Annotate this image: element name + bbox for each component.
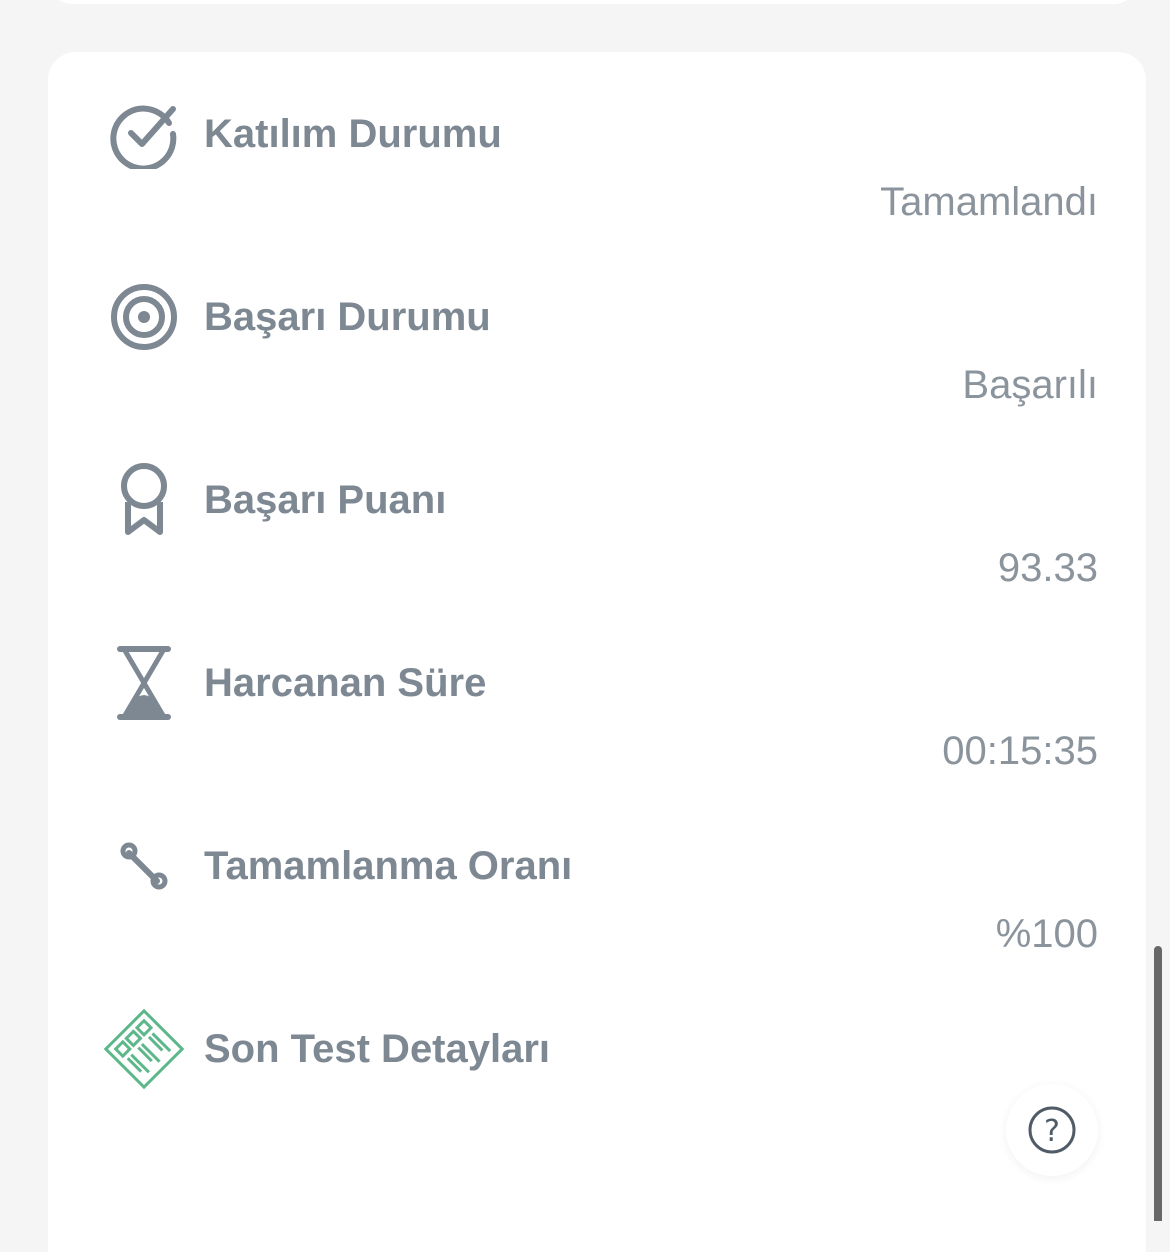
detail-label: Katılım Durumu <box>204 112 502 156</box>
detail-value: Başarılı <box>962 363 1098 407</box>
help-button[interactable]: ? <box>1006 1084 1098 1176</box>
detail-label: Başarı Durumu <box>204 295 491 339</box>
detail-row-completion-rate: Tamamlanma Oranı %100 <box>48 784 1146 967</box>
detail-value: %100 <box>995 912 1098 956</box>
detail-row-success-score: Başarı Puanı 93.33 <box>48 418 1146 601</box>
detail-label: Başarı Puanı <box>204 478 447 522</box>
detail-row-success-status: Başarı Durumu Başarılı <box>48 235 1146 418</box>
target-icon <box>106 279 182 355</box>
detail-label: Tamamlanma Oranı <box>204 844 573 888</box>
detail-row-time-spent: Harcanan Süre 00:15:35 <box>48 601 1146 784</box>
result-details-card: Katılım Durumu Tamamlandı Başarı Durumu … <box>48 52 1146 1252</box>
detail-label: Son Test Detayları <box>204 1027 551 1071</box>
check-circle-icon <box>106 96 182 172</box>
percent-icon <box>106 828 182 904</box>
hourglass-icon <box>106 645 182 721</box>
previous-card-edge <box>48 0 1138 4</box>
detail-value: 93.33 <box>997 546 1098 590</box>
detail-label: Harcanan Süre <box>204 661 487 705</box>
detail-row-participation-status: Katılım Durumu Tamamlandı <box>48 52 1146 235</box>
detail-value: Tamamlandı <box>880 180 1098 224</box>
scrollbar-thumb[interactable] <box>1154 946 1162 1221</box>
question-circle-icon: ? <box>1028 1106 1076 1154</box>
help-glyph: ? <box>1044 1114 1060 1149</box>
detail-value: 00:15:35 <box>942 729 1098 773</box>
award-ribbon-icon <box>106 462 182 538</box>
test-details-icon <box>98 1003 190 1095</box>
detail-row-last-test-details[interactable]: Son Test Detayları <box>48 967 1146 1150</box>
